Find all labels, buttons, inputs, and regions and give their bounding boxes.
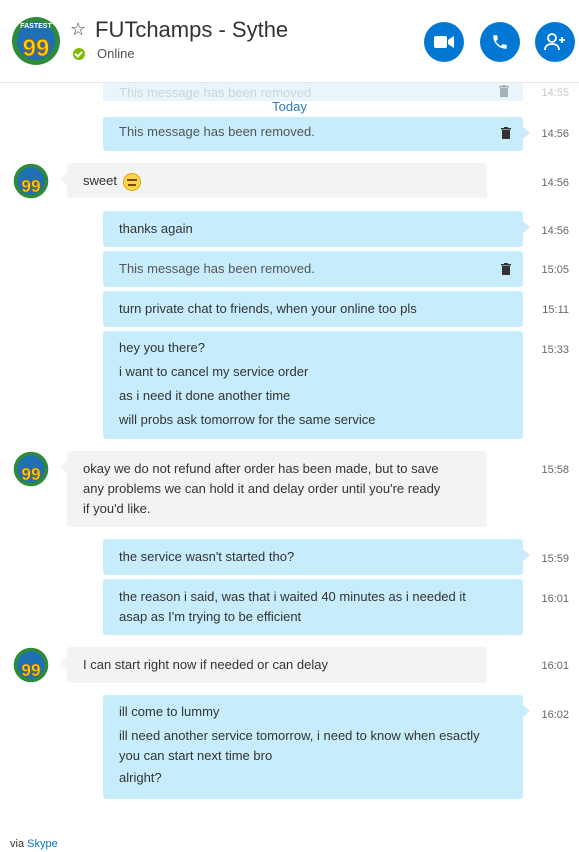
video-call-icon	[434, 36, 454, 48]
footer: via Skype	[10, 838, 58, 850]
message-bubble[interactable]: hey you there? i want to cancel my servi…	[103, 331, 523, 439]
message-bubble[interactable]: I can start right now if needed or can d…	[60, 647, 487, 683]
phone-call-icon	[493, 35, 507, 49]
message-line: any problems we can hold it and delay or…	[83, 481, 441, 496]
video-call-button[interactable]	[424, 22, 464, 62]
svg-text:99: 99	[21, 660, 40, 680]
contact-name: FUTchamps - Sythe	[95, 17, 289, 42]
message-bubble[interactable]: the reason i said, was that i waited 40 …	[103, 579, 523, 635]
trash-icon[interactable]	[501, 263, 511, 275]
contact-status: Online	[97, 46, 135, 61]
message-bubble[interactable]: This message has been removed.	[103, 117, 530, 151]
svg-text:99: 99	[21, 464, 40, 484]
message-line: okay we do not refund after order has be…	[83, 461, 439, 476]
message-line: asap as I'm trying to be efficient	[119, 609, 302, 624]
message-bubble[interactable]: okay we do not refund after order has be…	[60, 451, 487, 527]
sender-avatar[interactable]: 99	[13, 451, 49, 487]
message-line: alright?	[119, 770, 162, 785]
date-divider: Today	[272, 99, 307, 114]
message-line: ill come to lummy	[119, 704, 220, 719]
message-time: 15:33	[541, 344, 569, 356]
faded-message-text: This message has been removed	[119, 85, 312, 100]
chat-header: FASTEST 99 ☆ FUTchamps - Sythe Online	[0, 0, 579, 83]
message-line: ill need another service tomorrow, i nee…	[119, 728, 480, 743]
skype-link[interactable]: Skype	[27, 838, 58, 850]
sender-avatar[interactable]: 99	[13, 163, 49, 199]
message-time: 15:11	[542, 304, 569, 316]
message-time: 15:58	[541, 464, 569, 476]
message-time: 15:05	[541, 264, 569, 276]
message-bubble[interactable]: turn private chat to friends, when your …	[103, 291, 523, 327]
trash-icon[interactable]	[501, 127, 511, 139]
add-contact-icon	[544, 33, 565, 51]
message-line: i want to cancel my service order	[119, 364, 309, 379]
online-status-icon	[73, 48, 85, 60]
add-contact-button[interactable]	[535, 22, 575, 62]
message-time: 15:59	[541, 553, 569, 565]
message-bubble[interactable]: sweet	[60, 163, 487, 198]
message-line: will probs ask tomorrow for the same ser…	[119, 412, 376, 427]
message-line: as i need it done another time	[119, 388, 291, 403]
contact-avatar[interactable]: FASTEST 99	[11, 16, 61, 66]
message-time: 14:56	[541, 128, 569, 140]
footer-via: via	[10, 838, 25, 850]
message-line: hey you there?	[119, 340, 206, 355]
message-time: 14:56	[541, 225, 569, 237]
message-bubble[interactable]: ill come to lummy ill need another servi…	[103, 695, 530, 799]
message-text: the service wasn't started tho?	[119, 549, 295, 564]
favorite-star-icon[interactable]: ☆	[70, 19, 86, 40]
svg-text:FASTEST: FASTEST	[20, 23, 52, 30]
message-bubble[interactable]: This message has been removed.	[103, 251, 523, 287]
message-text: I can start right now if needed or can d…	[83, 657, 328, 672]
audio-call-button[interactable]	[480, 22, 520, 62]
message-time: 16:01	[541, 593, 569, 605]
message-text: sweet	[83, 173, 117, 188]
message-text: thanks again	[119, 221, 193, 236]
sender-avatar[interactable]: 99	[13, 647, 49, 683]
trash-icon	[499, 85, 509, 97]
message-time: 14:56	[541, 177, 569, 189]
message-text: turn private chat to friends, when your …	[119, 301, 417, 316]
message-time: 16:02	[541, 709, 569, 721]
faded-message-time: 14:55	[541, 87, 569, 99]
svg-text:99: 99	[21, 176, 40, 196]
message-line: if you'd like.	[83, 501, 151, 516]
message-line: you can start next time bro	[119, 748, 273, 763]
message-bubble[interactable]: the service wasn't started tho?	[103, 539, 530, 575]
message-text: This message has been removed.	[119, 261, 315, 276]
message-line: the reason i said, was that i waited 40 …	[119, 589, 466, 604]
message-time: 16:01	[541, 660, 569, 672]
smiley-icon	[122, 172, 141, 191]
message-text: This message has been removed.	[119, 124, 315, 139]
message-bubble[interactable]: thanks again	[103, 211, 530, 247]
svg-text:99: 99	[23, 35, 50, 62]
